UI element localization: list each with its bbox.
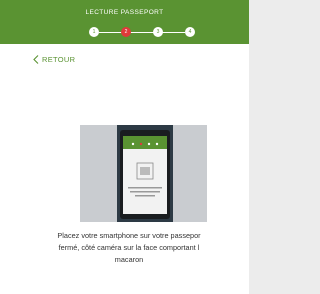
back-link[interactable]: RETOUR xyxy=(33,53,75,65)
instruction-line-1: Placez votre smartphone sur votre passep… xyxy=(57,231,201,240)
page-title: LECTURE PASSEPORT xyxy=(85,9,164,16)
step-2: 2 xyxy=(121,27,131,37)
phone-on-passport-illustration xyxy=(80,125,207,222)
step-1: 1 xyxy=(89,27,99,37)
passport-scan-photo xyxy=(80,125,207,222)
progress-stepper: 1 2 3 4 xyxy=(89,27,195,37)
content-card: RETOUR Placez votre smartphone sur votre… xyxy=(0,44,249,294)
step-3: 3 xyxy=(153,27,163,37)
back-label: RETOUR xyxy=(42,54,76,64)
stepper-line xyxy=(99,31,185,33)
app-header: LECTURE PASSEPORT 1 2 3 4 xyxy=(0,0,249,44)
chevron-left-icon xyxy=(33,54,39,64)
instruction-text: Placez votre smartphone sur votre passep… xyxy=(4,230,254,266)
step-4: 4 xyxy=(185,27,195,37)
instruction-line-2: fermé, côté caméra sur la face comportan… xyxy=(58,243,200,252)
instruction-line-3: macaron xyxy=(114,255,144,264)
